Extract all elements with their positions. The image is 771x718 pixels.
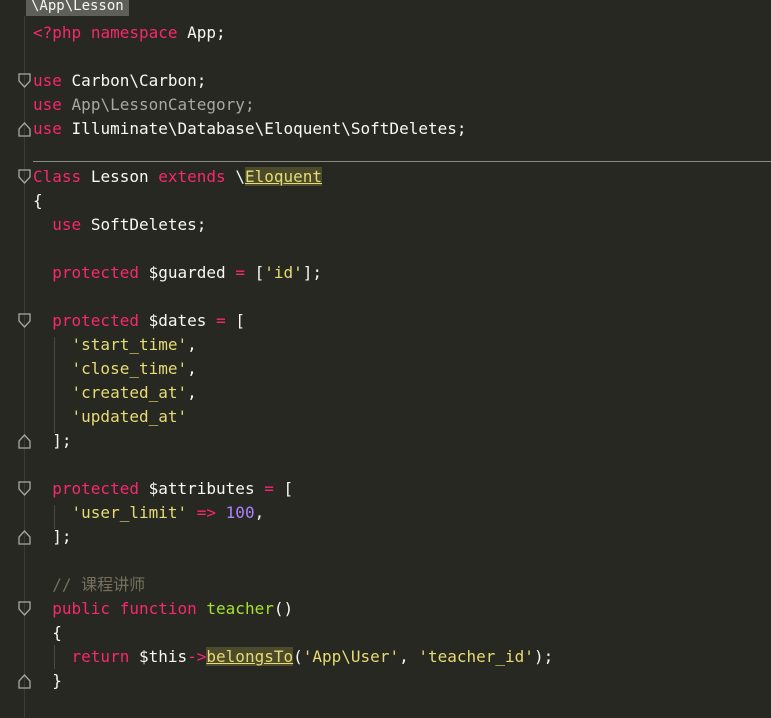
fold-open-icon[interactable] <box>17 73 32 89</box>
operator-object-arrow: -> <box>187 647 207 666</box>
parens: () <box>273 599 294 618</box>
code-line[interactable]: ]; <box>33 429 72 453</box>
bracket-end: ]; <box>302 263 323 282</box>
code-line[interactable]: 'user_limit' => 100, <box>33 501 265 525</box>
code-line[interactable]: public function teacher() <box>33 597 293 621</box>
keyword-extends: extends <box>158 167 226 186</box>
code-line[interactable]: 'created_at', <box>33 381 197 405</box>
code-line[interactable]: use App\LessonCategory; <box>33 93 255 117</box>
code-line[interactable]: } <box>33 669 62 693</box>
operator-assign: = <box>216 311 226 330</box>
code-line[interactable]: use SoftDeletes; <box>33 213 206 237</box>
import-class-unused: App\LessonCategory; <box>71 95 255 114</box>
paren-close: ); <box>533 647 554 666</box>
fold-open-icon[interactable] <box>17 169 32 185</box>
keyword-namespace: namespace <box>90 23 178 42</box>
keyword-use: use <box>33 119 62 138</box>
bracket: [ <box>283 479 294 498</box>
keyword-protected: protected <box>52 311 139 330</box>
string-literal: 'App\User' <box>302 647 400 666</box>
code-line[interactable]: Class Lesson extends \Eloquent <box>33 165 323 189</box>
code-line[interactable]: protected $attributes = [ <box>33 477 293 501</box>
code-line[interactable]: use Illuminate\Database\Eloquent\SoftDel… <box>33 117 467 141</box>
trait-name: SoftDeletes; <box>90 215 207 234</box>
code-line[interactable]: // 课程讲师 <box>33 573 145 597</box>
code-line[interactable]: protected $dates = [ <box>33 309 245 333</box>
this-var: $this <box>138 647 188 666</box>
code-line[interactable]: protected $guarded = ['id']; <box>33 261 322 285</box>
brace: { <box>33 191 43 210</box>
code-line[interactable]: 'start_time', <box>33 333 197 357</box>
string-literal: 'start_time' <box>71 335 188 354</box>
keyword-use: use <box>52 215 82 234</box>
fold-open-icon[interactable] <box>17 601 32 617</box>
string-literal: 'created_at' <box>71 383 188 402</box>
class-name: Lesson <box>90 167 149 186</box>
comma: , <box>187 383 197 402</box>
import-class: Illuminate\Database\Eloquent\SoftDeletes… <box>71 119 467 138</box>
backslash: \ <box>235 167 245 186</box>
breadcrumb[interactable]: \App\Lesson <box>26 0 129 16</box>
function-name: teacher <box>206 599 274 618</box>
brace: } <box>52 671 62 690</box>
method-link-belongsto[interactable]: belongsTo <box>206 647 294 666</box>
comma: , <box>187 359 197 378</box>
code-line[interactable]: return $this->belongsTo('App\User', 'tea… <box>33 645 553 669</box>
number-literal: 100 <box>225 503 255 522</box>
import-class: Carbon\Carbon; <box>71 71 207 90</box>
keyword-use: use <box>33 71 62 90</box>
fold-close-icon[interactable] <box>17 529 32 545</box>
code-editor[interactable]: \App\Lesson <?php namespace App; use Car… <box>0 0 771 718</box>
bracket: [ <box>254 263 265 282</box>
keyword-protected: protected <box>52 263 139 282</box>
namespace-separator <box>33 161 771 162</box>
operator-assign: = <box>235 263 245 282</box>
code-line[interactable]: use Carbon\Carbon; <box>33 69 206 93</box>
namespace-name: App; <box>187 23 226 42</box>
code-comment: // 课程讲师 <box>52 575 146 594</box>
arg-separator: , <box>399 647 419 666</box>
property-name: $guarded <box>148 263 226 282</box>
keyword-function: function <box>119 599 197 618</box>
keyword-class: Class <box>33 167 82 186</box>
property-name: $dates <box>148 311 207 330</box>
brace: { <box>52 623 62 642</box>
parent-class-link[interactable]: Eloquent <box>244 167 323 186</box>
code-line[interactable]: { <box>33 189 43 213</box>
comma: , <box>187 335 197 354</box>
code-line[interactable]: 'close_time', <box>33 357 197 381</box>
code-line[interactable]: <?php namespace App; <box>33 21 226 45</box>
keyword-use: use <box>33 95 62 114</box>
keyword-return: return <box>71 647 130 666</box>
fold-close-icon[interactable] <box>17 121 32 137</box>
string-literal: 'close_time' <box>71 359 188 378</box>
keyword-protected: protected <box>52 479 139 498</box>
string-literal: 'id' <box>264 263 303 282</box>
paren-open: ( <box>293 647 303 666</box>
bracket-end: ]; <box>52 527 72 546</box>
bracket: [ <box>235 311 245 330</box>
bracket-end: ]; <box>52 431 72 450</box>
keyword-public: public <box>52 599 111 618</box>
operator-arrow: => <box>196 503 217 522</box>
code-line[interactable]: ]; <box>33 525 72 549</box>
operator-assign: = <box>264 479 274 498</box>
fold-close-icon[interactable] <box>17 673 32 689</box>
fold-open-icon[interactable] <box>17 313 32 329</box>
string-literal: 'teacher_id' <box>418 647 534 666</box>
comma: , <box>254 503 265 522</box>
fold-close-icon[interactable] <box>17 433 32 449</box>
code-line[interactable]: 'updated_at' <box>33 405 188 429</box>
property-name: $attributes <box>148 479 255 498</box>
php-open-tag: <?php <box>33 23 82 42</box>
string-literal: 'user_limit' <box>71 503 188 522</box>
code-line[interactable]: { <box>33 621 62 645</box>
string-literal: 'updated_at' <box>71 407 188 426</box>
fold-open-icon[interactable] <box>17 481 32 497</box>
